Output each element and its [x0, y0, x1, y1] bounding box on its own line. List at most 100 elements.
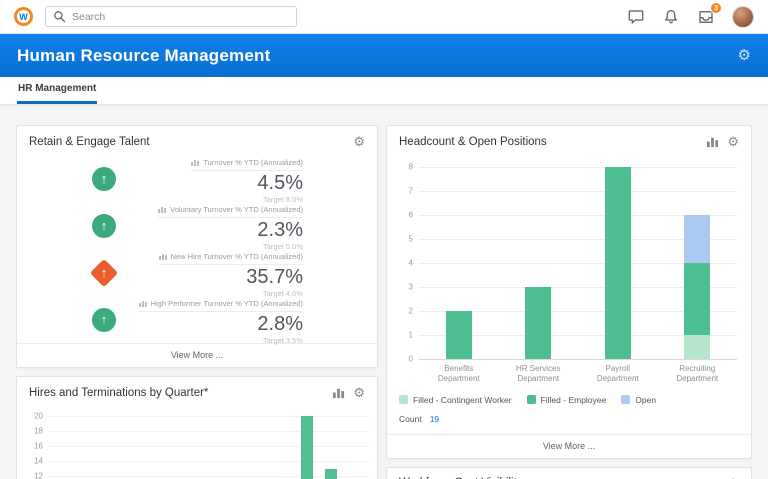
retain-engage-talent-card: Retain & Engage Talent Tur	[16, 125, 378, 368]
bar-segment	[446, 311, 472, 359]
chart-legend: Filled - Contingent Worker Filled - Emplo…	[387, 385, 751, 405]
gridline	[49, 416, 369, 417]
kpi-text: Turnover % YTD (Annualized) 4.5% Target …	[131, 153, 303, 204]
y-axis-tick: 14	[25, 457, 43, 466]
status-up-good-icon	[91, 307, 117, 333]
count-label: Count	[399, 414, 422, 424]
kpi-label: Voluntary Turnover % YTD (Annualized)	[158, 205, 303, 218]
bar-segment	[525, 287, 551, 359]
y-axis-tick: 6	[395, 211, 413, 220]
kpi-label: High Performer Turnover % YTD (Annualize…	[139, 299, 303, 312]
workday-logo[interactable]: W	[14, 7, 33, 26]
view-more-link[interactable]: View More ...	[17, 343, 377, 367]
x-axis-label: HR Services Department	[499, 359, 579, 385]
y-axis-tick: 8	[395, 163, 413, 172]
count-value: 19	[430, 414, 439, 424]
card-title: Hires and Terminations by Quarter*	[29, 387, 208, 399]
bar-segment	[605, 167, 631, 359]
headcount-chart: 012345678 Benefits DepartmentHR Services…	[387, 155, 751, 385]
top-bar: W 3	[0, 0, 768, 34]
view-more-link[interactable]: View More ...	[387, 434, 751, 458]
metric-mini-bar-icon	[191, 159, 199, 166]
status-up-good-icon	[91, 166, 117, 192]
metric-mini-bar-icon	[139, 300, 147, 307]
card-gear-icon[interactable]	[727, 135, 739, 148]
card-header: Retain & Engage Talent	[17, 126, 377, 155]
metric-mini-bar-icon	[159, 253, 167, 260]
x-axis-label: Recruiting Department	[658, 359, 738, 385]
gridline	[49, 476, 369, 477]
kpi-text: High Performer Turnover % YTD (Annualize…	[131, 294, 303, 345]
y-axis-tick: 4	[395, 259, 413, 268]
notifications-bell-icon[interactable]	[662, 8, 680, 26]
search-box[interactable]	[45, 6, 297, 27]
y-axis-tick: 2	[395, 307, 413, 316]
y-axis-tick: 3	[395, 283, 413, 292]
gridline	[49, 431, 369, 432]
y-axis-tick: 7	[395, 187, 413, 196]
legend-label: Filled - Contingent Worker	[413, 395, 512, 405]
kpi-text: New Hire Turnover % YTD (Annualized) 35.…	[131, 247, 303, 298]
count-row: Count 19	[387, 405, 751, 434]
kpi-value: 4.5%	[131, 172, 303, 195]
kpi-row-high-performer-turnover[interactable]: High Performer Turnover % YTD (Annualize…	[17, 296, 377, 343]
chat-icon[interactable]	[627, 8, 645, 26]
page-title: Human Resource Management	[17, 46, 270, 66]
legend-item: Open	[621, 395, 656, 405]
chart-settings-icon[interactable]	[706, 135, 719, 148]
y-axis-tick: 20	[25, 412, 43, 421]
search-input[interactable]	[72, 11, 289, 23]
left-column: Retain & Engage Talent Tur	[16, 125, 378, 479]
gridline	[419, 359, 737, 360]
topbar-actions: 3	[627, 6, 754, 28]
kpi-value: 35.7%	[131, 266, 303, 289]
metric-mini-bar-icon	[158, 206, 166, 213]
status-alert-diamond-icon	[91, 260, 117, 286]
card-gear-icon[interactable]	[353, 386, 365, 399]
kpi-value: 2.8%	[131, 313, 303, 336]
tab-hr-management[interactable]: HR Management	[17, 83, 97, 104]
x-axis-labels: Benefits DepartmentHR Services Departmen…	[419, 359, 737, 385]
kpi-row-voluntary-turnover[interactable]: Voluntary Turnover % YTD (Annualized) 2.…	[17, 202, 377, 249]
y-axis-tick: 0	[395, 355, 413, 364]
right-column: Headcount & Open Positions 012345678 Ben…	[386, 125, 752, 479]
legend-item: Filled - Contingent Worker	[399, 395, 512, 405]
kpi-row-new-hire-turnover[interactable]: New Hire Turnover % YTD (Annualized) 35.…	[17, 249, 377, 296]
headcount-open-positions-card: Headcount & Open Positions 012345678 Ben…	[386, 125, 752, 459]
legend-item: Filled - Employee	[527, 395, 607, 405]
kpi-value: 2.3%	[131, 219, 303, 242]
x-axis-label: Payroll Department	[578, 359, 658, 385]
y-axis-tick: 12	[25, 472, 43, 479]
kpi-label: New Hire Turnover % YTD (Annualized)	[159, 252, 303, 265]
profile-avatar[interactable]	[732, 6, 754, 28]
gridline	[49, 461, 369, 462]
inbox-badge: 3	[710, 2, 722, 14]
kpi-label: Turnover % YTD (Annualized)	[191, 158, 303, 171]
bar	[325, 469, 337, 479]
legend-swatch	[527, 395, 536, 404]
hires-chart: 2018161412	[49, 410, 369, 479]
legend-swatch	[621, 395, 630, 404]
y-axis-tick: 5	[395, 235, 413, 244]
card-title: Retain & Engage Talent	[29, 136, 150, 148]
card-header: Hires and Terminations by Quarter*	[17, 377, 377, 406]
chart-settings-icon[interactable]	[332, 386, 345, 399]
search-icon	[53, 10, 66, 23]
gridline	[419, 167, 737, 168]
legend-label: Open	[635, 395, 656, 405]
header-gear-icon[interactable]	[738, 48, 751, 63]
inbox-icon[interactable]: 3	[697, 8, 715, 26]
tab-bar: HR Management	[0, 77, 768, 105]
card-title: Headcount & Open Positions	[399, 136, 547, 148]
dashboard-content: Retain & Engage Talent Tur	[0, 105, 768, 479]
kpi-row-turnover[interactable]: Turnover % YTD (Annualized) 4.5% Target …	[17, 155, 377, 202]
card-gear-icon[interactable]	[353, 135, 365, 148]
bar-segment	[684, 263, 710, 335]
legend-label: Filled - Employee	[541, 395, 607, 405]
kpi-text: Voluntary Turnover % YTD (Annualized) 2.…	[131, 200, 303, 251]
x-axis-label: Benefits Department	[419, 359, 499, 385]
bar	[301, 416, 313, 479]
headcount-plot: 012345678	[419, 167, 737, 359]
y-axis-tick: 18	[25, 427, 43, 436]
status-up-good-icon	[91, 213, 117, 239]
